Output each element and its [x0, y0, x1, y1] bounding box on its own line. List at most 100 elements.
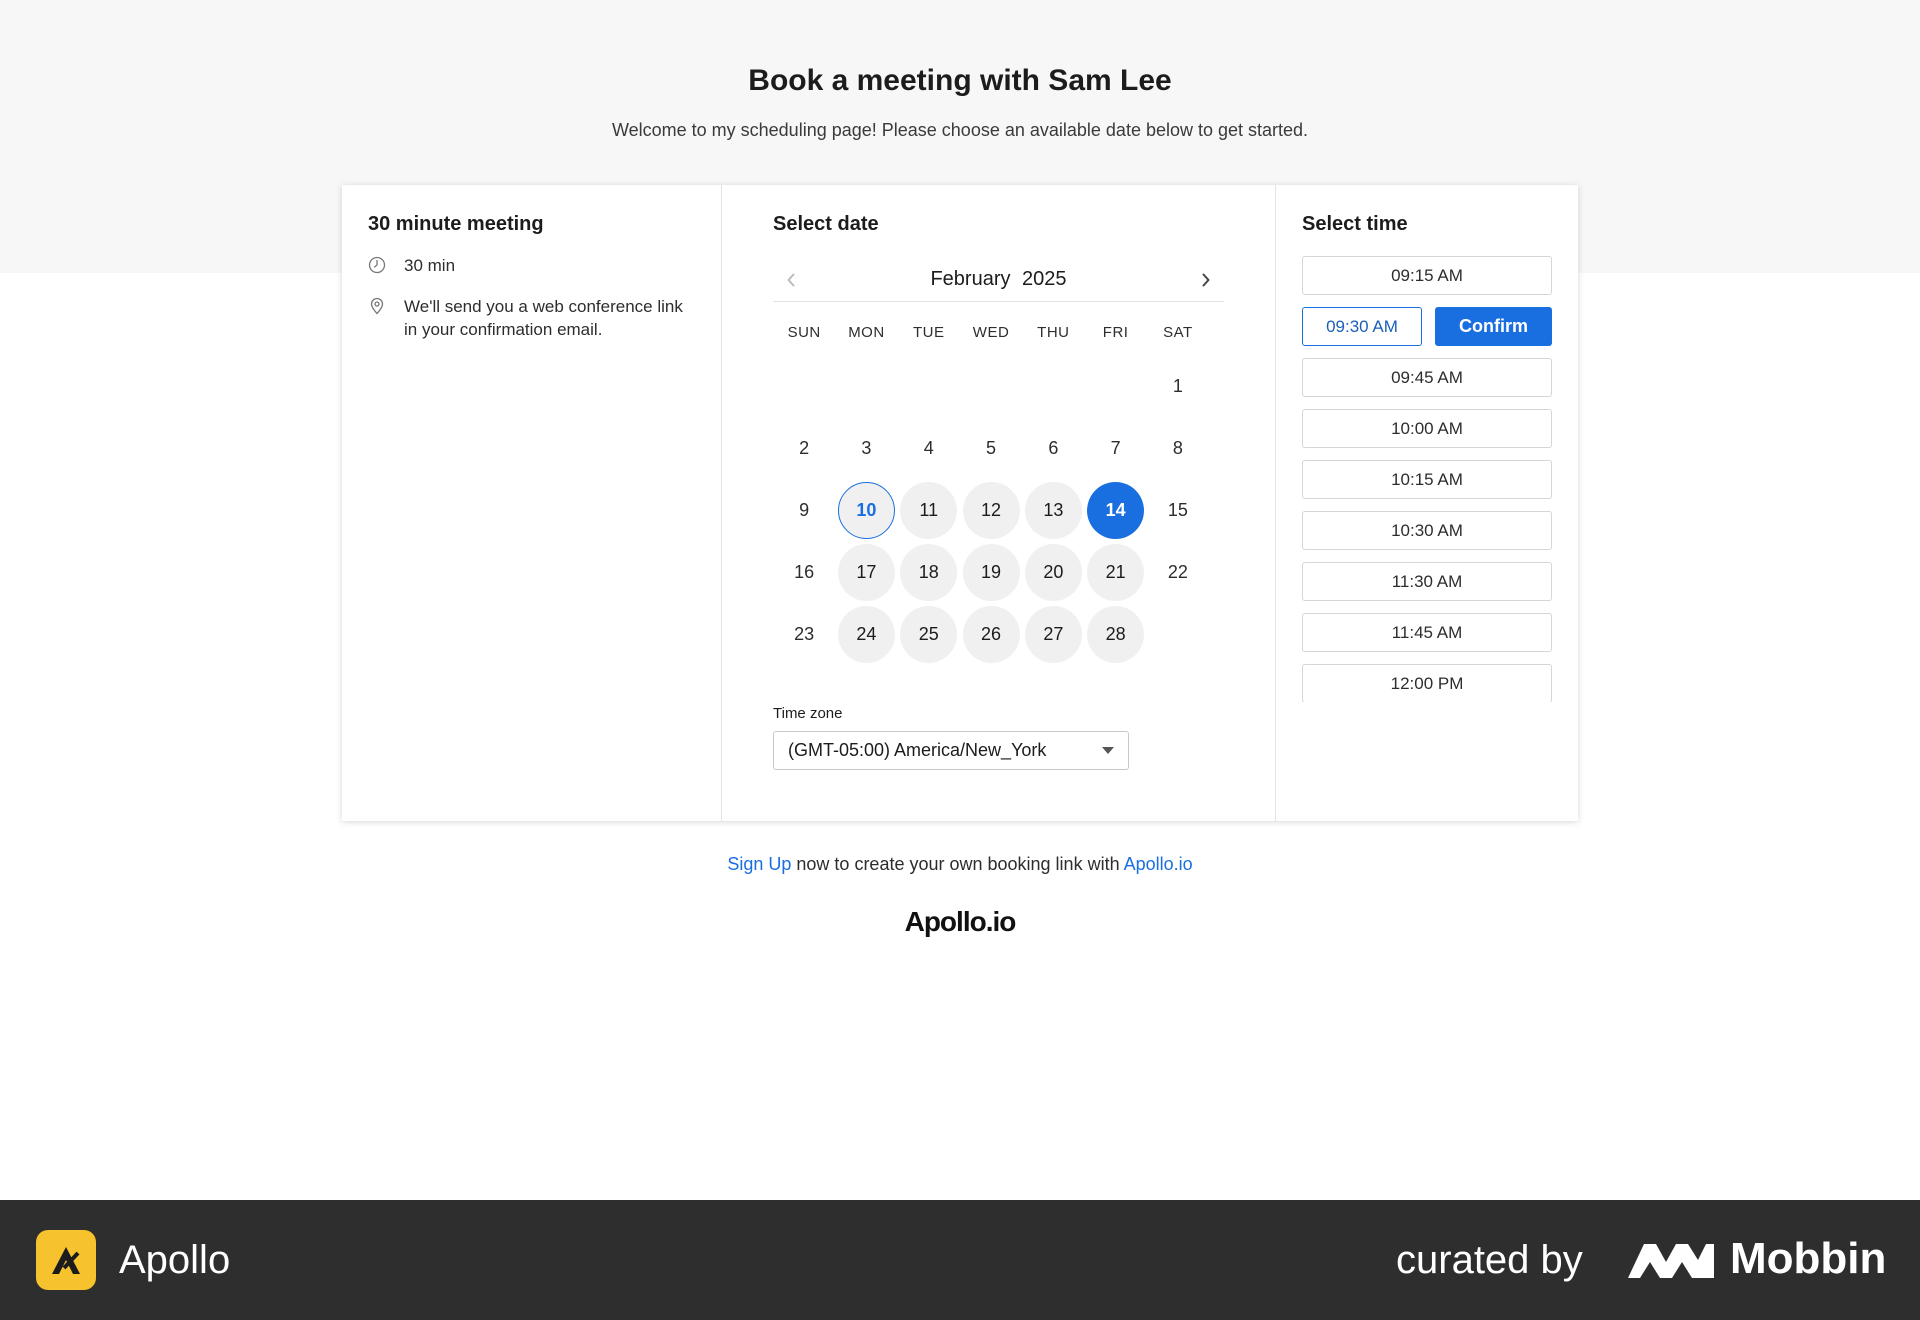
clock-icon [368, 256, 386, 274]
calendar-day-available[interactable]: 17 [837, 543, 895, 601]
time-slot-selected[interactable]: 09:30 AM [1302, 307, 1422, 346]
calendar-day: 2 [799, 437, 810, 458]
calendar-day-available[interactable]: 10 [837, 481, 895, 539]
calendar-day-available[interactable]: 21 [1087, 543, 1145, 601]
time-panel: Select time 09:15 AM 09:30 AM Confirm 09:45… [1276, 185, 1578, 821]
mobbin-logo-icon [1628, 1244, 1714, 1278]
calendar-day-cell: 9 [773, 479, 835, 541]
calendar-day-cell: 24 [835, 603, 897, 665]
footer-app-name: Apollo [119, 1238, 231, 1282]
calendar-blank-cell [773, 355, 835, 417]
calendar-day: 5 [986, 437, 997, 458]
calendar-day-cell: 4 [898, 417, 960, 479]
calendar-day-cell: 22 [1147, 541, 1209, 603]
calendar-day: 3 [861, 437, 872, 458]
calendar-day-available[interactable]: 27 [1024, 605, 1082, 663]
duration-row: 30 min [368, 254, 695, 277]
prev-month-button[interactable] [773, 262, 809, 298]
calendar-day-available[interactable]: 18 [900, 543, 958, 601]
calendar-day-cell: 10 [835, 479, 897, 541]
location-row: We'll send you a web conference link in … [368, 295, 695, 341]
calendar-day-cell: 25 [898, 603, 960, 665]
calendar-blank-cell [1084, 355, 1146, 417]
calendar-day-cell: 11 [898, 479, 960, 541]
calendar-day-cell: 3 [835, 417, 897, 479]
calendar-day-selected[interactable]: 14 [1087, 481, 1145, 539]
location-text: We'll send you a web conference link in … [404, 297, 683, 339]
caret-down-icon [1102, 747, 1114, 754]
time-slot[interactable]: 10:00 AM [1302, 409, 1552, 448]
weekday-label: FRI [1102, 324, 1129, 341]
apollo-logo: Apollo.io [904, 906, 1017, 937]
booking-card: 30 minute meeting 30 min We'll send you … [342, 185, 1578, 821]
calendar-day: 6 [1048, 437, 1059, 458]
weekday-label: SUN [787, 324, 821, 341]
calendar-day-available[interactable]: 24 [837, 605, 895, 663]
calendar-day-cell: 12 [960, 479, 1022, 541]
calendar-day-available[interactable]: 12 [962, 481, 1020, 539]
footer-bar: Apollo curated by Mobbin [0, 1200, 1920, 1320]
select-time-heading: Select time [1302, 213, 1408, 235]
apollo-mark-icon [52, 1247, 80, 1274]
calendar-day-cell: 16 [773, 541, 835, 603]
calendar-day-available[interactable]: 28 [1087, 605, 1145, 663]
curated-by-text: curated by [1396, 1238, 1583, 1282]
apollo-app-icon [36, 1230, 96, 1290]
calendar-day-cell: 15 [1147, 479, 1209, 541]
weekday-header-row: SUN MON TUE WED THU FRI SAT [773, 324, 1224, 341]
weekday-label: SAT [1163, 324, 1193, 341]
calendar-header: February 2025 [773, 258, 1224, 302]
calendar-day-available[interactable]: 26 [962, 605, 1020, 663]
calendar-blank-cell [898, 355, 960, 417]
weekday-label: WED [972, 324, 1010, 341]
time-slot[interactable]: 09:45 AM [1302, 358, 1552, 397]
signup-middle-text: now to create your own booking link with [791, 854, 1124, 874]
weekday-label: THU [1037, 324, 1070, 341]
calendar-day: 23 [794, 623, 815, 644]
calendar-day-cell: 6 [1022, 417, 1084, 479]
calendar-day-cell: 14 [1084, 479, 1146, 541]
chevron-right-icon [1202, 273, 1210, 286]
month-name: February [930, 268, 1011, 290]
calendar-day: 1 [1172, 375, 1183, 396]
calendar-day: 8 [1172, 437, 1183, 458]
weekday-label: MON [848, 324, 885, 341]
weekday-label: TUE [912, 324, 945, 341]
calendar-day-available[interactable]: 11 [900, 481, 958, 539]
confirm-button[interactable]: Confirm [1435, 307, 1552, 346]
calendar-day-available[interactable]: 19 [962, 543, 1020, 601]
time-slot[interactable]: 10:30 AM [1302, 511, 1552, 550]
timezone-label: Time zone [773, 705, 843, 722]
timezone-select[interactable]: (GMT-05:00) America/New_York [773, 731, 1129, 770]
time-slot[interactable]: 10:15 AM [1302, 460, 1552, 499]
calendar-day-available[interactable]: 25 [900, 605, 958, 663]
time-slot[interactable]: 11:30 AM [1302, 562, 1552, 601]
next-month-button[interactable] [1188, 262, 1224, 298]
signup-line: Sign Up now to create your own booking l… [0, 854, 1920, 875]
select-date-heading: Select date [773, 213, 879, 235]
time-slot[interactable]: 09:15 AM [1302, 256, 1552, 295]
calendar-day-cell: 20 [1022, 541, 1084, 603]
calendar-day-cell: 7 [1084, 417, 1146, 479]
meeting-info-panel: 30 minute meeting 30 min We'll send you … [342, 185, 722, 821]
calendar-blank-cell [835, 355, 897, 417]
time-slot-list[interactable]: 09:15 AM 09:30 AM Confirm 09:45 AM 10:00 AM 1… [1302, 256, 1552, 702]
calendar-blank-cell [960, 355, 1022, 417]
timezone-value: (GMT-05:00) America/New_York [788, 740, 1047, 760]
calendar-day-cell: 26 [960, 603, 1022, 665]
calendar-day-cell: 27 [1022, 603, 1084, 665]
calendar-day: 7 [1110, 437, 1121, 458]
time-slot[interactable]: 11:45 AM [1302, 613, 1552, 652]
chevron-left-icon [787, 273, 795, 286]
calendar-day: 15 [1167, 499, 1188, 520]
calendar-day-available[interactable]: 20 [1024, 543, 1082, 601]
apollo-link[interactable]: Apollo.io [1124, 854, 1193, 874]
calendar-month-label: February 2025 [927, 268, 1069, 291]
time-slot[interactable]: 12:00 PM [1302, 664, 1552, 702]
calendar-day-cell: 2 [773, 417, 835, 479]
signup-link[interactable]: Sign Up [727, 854, 791, 874]
calendar-day-cell: 23 [773, 603, 835, 665]
calendar-day-available[interactable]: 13 [1024, 481, 1082, 539]
calendar-day: 16 [794, 561, 815, 582]
year-value: 2025 [1022, 268, 1067, 290]
